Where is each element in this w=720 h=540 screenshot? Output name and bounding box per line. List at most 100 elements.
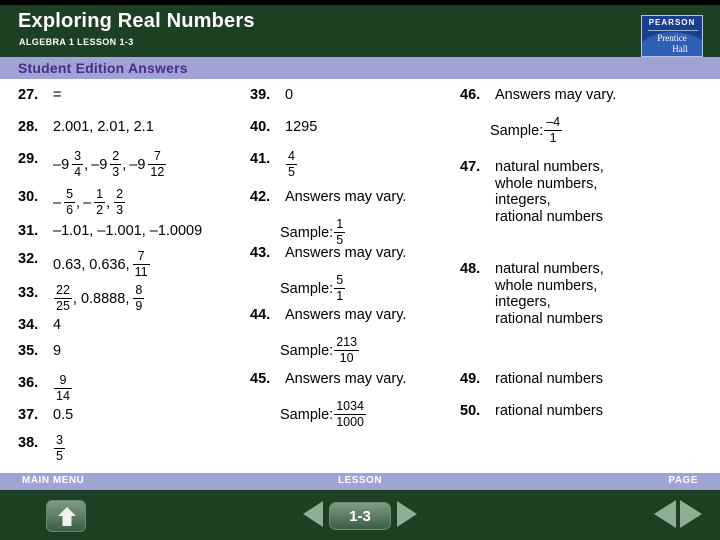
answer-value: 0 — [285, 87, 293, 103]
fraction-numerator: 1 — [336, 217, 344, 231]
fraction: 34 — [72, 149, 84, 178]
fraction: 51 — [334, 273, 346, 303]
fraction-denominator: 25 — [56, 298, 70, 313]
answer-number: 45. — [250, 371, 271, 387]
lesson-prev-button[interactable] — [303, 500, 323, 532]
answer-item: 40. 1295 — [250, 119, 317, 135]
separator: , 0.8888, — [72, 291, 130, 308]
answer-item: 39. 0 — [250, 87, 293, 103]
footer-page-label: PAGE — [668, 475, 698, 486]
answers-body: 27. = 28. 2.001, 2.01, 2.1 29. –9 3 4, –9 2 3, –9 7 1… — [0, 79, 720, 473]
answer-text: natural numbers, whole numbers, integers… — [495, 261, 604, 327]
main-menu-home-button[interactable] — [46, 500, 86, 532]
answer-value: Answers may vary. — [285, 371, 406, 387]
fraction: 45 — [286, 150, 297, 178]
fraction-denominator: 11 — [134, 264, 148, 279]
answer-number: 50. — [460, 403, 481, 419]
fraction: 12 — [94, 187, 106, 217]
answer-text: 9 — [53, 343, 62, 359]
lesson-number-button[interactable]: 1-3 — [329, 502, 391, 530]
slide-footer: MAIN MENU LESSON PAGE 1-3 — [0, 473, 720, 540]
answer-number: 40. — [250, 119, 271, 135]
sample-answer: Sample: –4 1 — [490, 115, 563, 145]
logo-divider — [648, 30, 698, 31]
answer-item: 27. = — [18, 87, 61, 103]
answer-number: 33. — [18, 285, 39, 301]
answer-item: 49. rational numbers — [460, 371, 603, 387]
answer-number: 30. — [18, 189, 39, 205]
answer-value: 0.63, 0.636, 7 11 — [53, 249, 151, 279]
answer-text: natural numbers, whole numbers, integers… — [495, 159, 604, 225]
fraction-numerator: 5 — [336, 273, 344, 287]
answer-value: 22 25, 0.8888, 8 9 — [53, 283, 145, 313]
fraction-denominator: 2 — [96, 202, 104, 217]
fraction-denominator: 6 — [66, 202, 74, 217]
answer-item: 29. –9 3 4, –9 2 3, –9 7 12 — [18, 149, 167, 179]
page-nav-group — [654, 499, 702, 533]
answer-item: 31. –1.01, –1.001, –1.0009 — [18, 223, 202, 239]
fraction-numerator: 2 — [112, 149, 120, 163]
sample-answer: Sample: 213 10 — [280, 336, 360, 365]
mixed-number: 23 — [113, 188, 126, 217]
fraction-denominator: 10 — [339, 350, 354, 365]
answer-value: = — [53, 87, 61, 103]
lesson-nav-group: 1-3 — [290, 499, 430, 533]
fraction: 56 — [64, 188, 76, 217]
fraction-denominator: 1000 — [336, 414, 365, 429]
fraction-numerator: 1 — [96, 187, 104, 201]
answer-number: 28. — [18, 119, 39, 135]
answer-number: 27. — [18, 87, 39, 103]
answer-value: –5 6, –1 2, 2 3 — [53, 187, 126, 217]
mixed-number: 0.63, 0.636, 7 11 — [53, 249, 151, 279]
fraction-numerator: 9 — [59, 373, 67, 387]
answer-value: –9 3 4, –9 2 3, –9 7 12 — [53, 149, 167, 179]
fraction-numerator: –4 — [546, 115, 561, 129]
mixed-number: 22 25, 0.8888, — [53, 283, 132, 313]
fraction-denominator: 1 — [336, 288, 344, 303]
answer-item: 50. rational numbers — [460, 403, 603, 419]
answer-item: 33. 22 25, 0.8888, 8 9 — [18, 283, 145, 313]
answer-value: Answers may vary. — [285, 245, 406, 261]
answer-number: 49. — [460, 371, 481, 387]
logo-pearson-text: PEARSON — [648, 18, 696, 27]
mixed-number: 89 — [132, 283, 145, 313]
fraction-numerator: 8 — [135, 283, 143, 297]
mixed-number: –1 2, — [83, 187, 113, 217]
fraction-numerator: 22 — [56, 283, 70, 297]
page-next-button[interactable] — [680, 499, 702, 533]
answer-value: Answers may vary. — [285, 307, 406, 323]
footer-lesson-label: LESSON — [337, 475, 383, 486]
answer-item: 34. 4 — [18, 317, 61, 333]
page-prev-button[interactable] — [654, 499, 676, 533]
fraction-numerator: 1034 — [336, 399, 365, 413]
sample-answer: Sample: 1034 1000 — [280, 399, 367, 429]
answer-item: 37. 0.5 — [18, 407, 73, 423]
whole-part: –9 — [91, 157, 108, 174]
answer-item: 42. Answers may vary. — [250, 189, 406, 205]
fraction: 23 — [110, 149, 122, 178]
answer-text: 4 — [53, 317, 62, 333]
answer-value: 9 14 — [53, 373, 73, 403]
answer-value: 4 — [53, 317, 61, 333]
answer-text: –1.01, –1.001, –1.0009 — [53, 223, 203, 239]
mixed-number: 9 14 — [53, 373, 73, 403]
answer-item: 47. natural numbers, whole numbers, integ… — [460, 159, 604, 225]
answer-number: 38. — [18, 435, 39, 451]
fraction-numerator: 7 — [137, 249, 145, 263]
answer-value: 45 — [285, 150, 298, 179]
fraction-denominator: 1 — [549, 130, 557, 145]
separator: , — [76, 195, 81, 212]
answer-item: 43. Answers may vary. — [250, 245, 406, 261]
answer-value: 1295 — [285, 119, 317, 135]
sample-label: Sample: — [490, 123, 544, 140]
lesson-next-button[interactable] — [397, 500, 417, 532]
answer-number: 37. — [18, 407, 39, 423]
fraction-numerator: 3 — [74, 149, 82, 163]
answer-item: 36. 9 14 — [18, 373, 73, 403]
answer-number: 31. — [18, 223, 39, 239]
sample-label: Sample: — [280, 225, 334, 242]
answer-text: 2.001, 2.01, 2.1 — [53, 119, 154, 135]
lesson-subtitle: ALGEBRA 1 LESSON 1-3 — [19, 37, 134, 47]
answer-value: 35 — [53, 434, 66, 463]
answer-value: rational numbers — [495, 403, 603, 419]
